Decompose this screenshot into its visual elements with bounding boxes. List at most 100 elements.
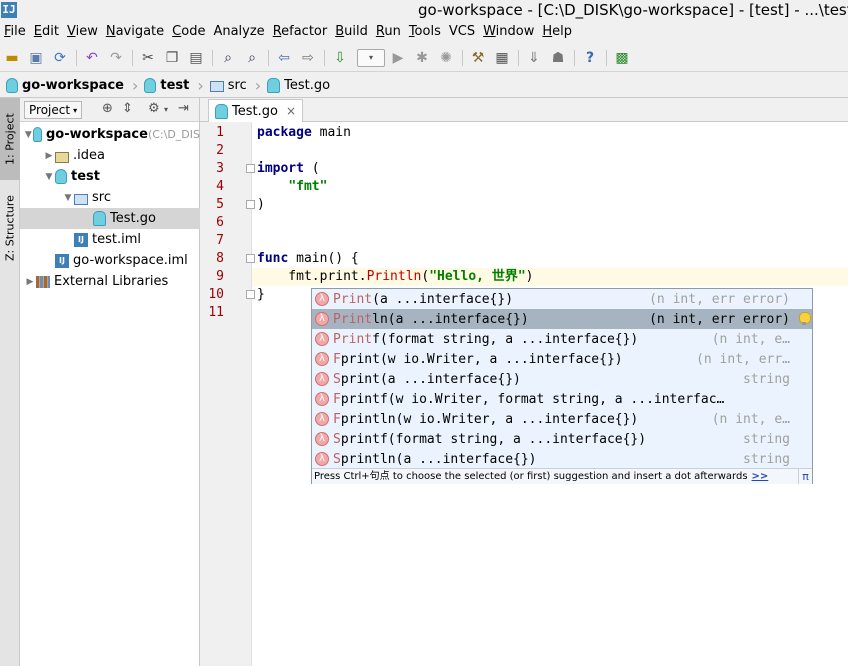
find-icon[interactable]: ⌕ <box>218 48 238 68</box>
debug-icon[interactable]: ✱ <box>412 48 432 68</box>
completion-item[interactable]: λ Fprintln (w io.Writer, a ...interface{})… <box>312 409 812 429</box>
collapsed-arrow-icon[interactable]: ▶ <box>24 277 36 287</box>
completion-item[interactable]: λ Fprintf (w io.Writer, format string, a .… <box>312 389 812 409</box>
menu-edit[interactable]: Edit <box>30 22 63 42</box>
breadcrumb-item[interactable]: go-workspace <box>6 73 132 98</box>
replace-icon[interactable]: ⌕ <box>242 48 262 68</box>
close-icon[interactable]: × <box>286 104 296 118</box>
completion-item[interactable]: λ Fprint (w io.Writer, a ...interface{}) (n… <box>312 349 812 369</box>
paste-icon[interactable]: ▤ <box>186 48 206 68</box>
tree-item[interactable]: ▼ src <box>20 187 200 208</box>
menu-bar: File Edit View Navigate Code Analyze Refactor B… <box>0 22 848 42</box>
chevron-down-icon: ▾ <box>73 105 78 115</box>
tree-item[interactable]: ▼ test <box>20 166 200 187</box>
completion-item-match: S <box>333 451 341 467</box>
run-icon[interactable]: ▶ <box>388 48 408 68</box>
save-icon[interactable]: ▣ <box>26 48 46 68</box>
completion-item-return-type: (n int, err error) <box>649 291 790 307</box>
tree-item[interactable]: IJ test.iml <box>20 229 200 250</box>
completion-item[interactable]: λ Sprintln (a ...interface{}) string <box>312 449 812 469</box>
completion-footer: Press Ctrl+句点 to choose the selected (or… <box>312 468 812 484</box>
cut-icon[interactable]: ✂ <box>138 48 158 68</box>
undo-icon[interactable]: ↶ <box>82 48 102 68</box>
breadcrumb-item[interactable]: Test.go <box>267 73 338 98</box>
breadcrumb-item[interactable]: src <box>209 73 255 98</box>
profile-icon[interactable]: ✺ <box>436 48 456 68</box>
forward-icon[interactable]: ⇨ <box>298 48 318 68</box>
back-icon[interactable]: ⇦ <box>274 48 294 68</box>
breadcrumb-separator-icon: › <box>131 75 139 95</box>
line-number: 1 <box>216 125 224 140</box>
menu-label: indow <box>495 24 535 39</box>
chevron-down-icon[interactable]: ▾ <box>164 105 168 114</box>
menu-run[interactable]: Run <box>372 22 405 42</box>
locate-target-icon[interactable]: ⊕ <box>102 101 113 116</box>
redo-icon[interactable]: ↷ <box>106 48 126 68</box>
completion-item-match: F <box>333 351 341 367</box>
completion-item[interactable]: λ Println (a ...interface{}) (n int, err er… <box>312 309 812 329</box>
toolbar-separator <box>324 50 325 66</box>
copy-icon[interactable]: ❐ <box>162 48 182 68</box>
completion-item-signature: (a ...interface{}) <box>379 371 521 387</box>
sync-icon[interactable]: ⟳ <box>50 48 70 68</box>
completion-item[interactable]: λ Print (a ...interface{}) (n int, err erro… <box>312 289 812 309</box>
menu-tools[interactable]: Tools <box>405 22 445 42</box>
help-icon[interactable]: ? <box>580 48 600 68</box>
menu-view[interactable]: View <box>63 22 102 42</box>
project-tool-tab[interactable]: 1: Project <box>0 98 20 180</box>
menu-window[interactable]: Window <box>479 22 538 42</box>
pi-icon[interactable]: π <box>798 469 812 484</box>
structure-tool-tab-label: Z: Structure <box>3 195 17 261</box>
tree-item[interactable]: ▼ go-workspace (C:\D_DIS <box>20 124 200 145</box>
android-icon[interactable]: ☗ <box>548 48 568 68</box>
project-panel: Project ▾ ⊕ ⇕ ⚙ ▾ ⇥ ▼ go-workspace (C:\D_… <box>20 98 200 666</box>
gear-icon[interactable]: ⚙ <box>148 101 160 116</box>
menu-code[interactable]: Code <box>168 22 209 42</box>
go-file-icon <box>215 103 228 119</box>
hide-panel-icon[interactable]: ⇥ <box>178 101 189 116</box>
collapse-all-icon[interactable]: ⇕ <box>122 101 133 116</box>
menu-file[interactable]: File <box>0 22 30 42</box>
tree-item[interactable]: IJ go-workspace.iml <box>20 250 200 271</box>
tree-item[interactable]: ▶ External Libraries <box>20 271 200 292</box>
settings-icon[interactable]: ⚒ <box>468 48 488 68</box>
editor-tab-test-go[interactable]: Test.go × <box>208 99 304 122</box>
menu-label: VCS <box>448 24 476 39</box>
project-structure-icon[interactable]: ▦ <box>492 48 512 68</box>
line-number: 6 <box>216 215 224 230</box>
plugin-icon[interactable]: ▩ <box>612 48 632 68</box>
menu-navigate[interactable]: Navigate <box>102 22 168 42</box>
toolbar-separator <box>132 50 133 66</box>
completion-more-link[interactable]: >> <box>752 471 769 482</box>
tree-item-label: test.iml <box>92 232 141 247</box>
expanded-arrow-icon[interactable]: ▼ <box>24 130 33 140</box>
build-icon[interactable]: ⇩ <box>330 48 350 68</box>
line-number: 3 <box>216 161 224 176</box>
expanded-arrow-icon[interactable]: ▼ <box>43 172 55 182</box>
run-config-combo[interactable]: ▾ <box>357 49 385 67</box>
menu-vcs[interactable]: VCS <box>445 22 479 42</box>
tree-item[interactable]: ▶ .idea <box>20 145 200 166</box>
completion-item-signature: (a ...interface{}) <box>387 311 529 327</box>
iml-file-icon: IJ <box>55 253 69 268</box>
menu-refactor[interactable]: Refactor <box>269 22 332 42</box>
sdk-icon[interactable]: ⇓ <box>524 48 544 68</box>
tree-item[interactable]: Test.go <box>20 208 200 229</box>
menu-build[interactable]: Build <box>331 22 372 42</box>
lightbulb-icon[interactable] <box>798 312 811 326</box>
open-folder-icon[interactable]: ▬ <box>2 48 22 68</box>
completion-item-signature: (format string, a ...interface{}) <box>379 331 639 347</box>
menu-help[interactable]: Help <box>538 22 576 42</box>
expanded-arrow-icon[interactable]: ▼ <box>62 193 74 203</box>
completion-item-return-type: string <box>743 451 790 467</box>
completion-item[interactable]: λ Sprintf (format string, a ...interface{}… <box>312 429 812 449</box>
project-view-selector[interactable]: Project ▾ <box>24 101 83 119</box>
collapsed-arrow-icon[interactable]: ▶ <box>43 151 55 161</box>
structure-tool-tab[interactable]: Z: Structure <box>0 188 20 268</box>
completion-item[interactable]: λ Sprint (a ...interface{}) string <box>312 369 812 389</box>
completion-item[interactable]: λ Printf (format string, a ...interface{})… <box>312 329 812 349</box>
completion-item-return-type: (n int, e… <box>711 331 790 347</box>
menu-analyze[interactable]: Analyze <box>209 22 268 42</box>
tree-item-label: src <box>92 190 111 205</box>
breadcrumb-item[interactable]: test <box>144 73 197 98</box>
